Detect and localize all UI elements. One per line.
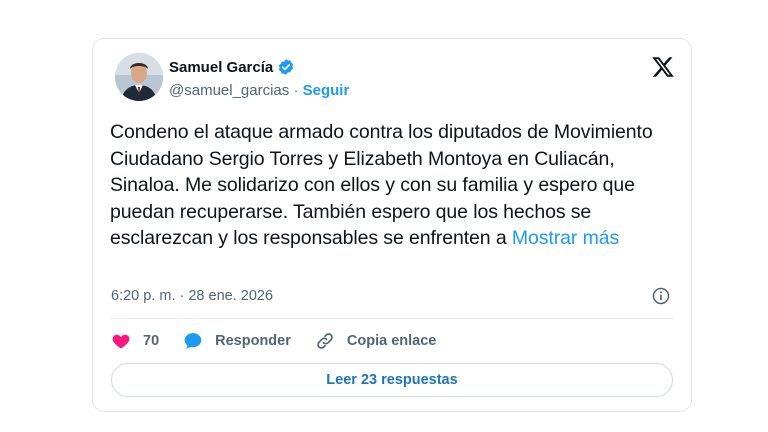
read-replies-button[interactable]: Leer 23 respuestas xyxy=(111,363,673,397)
link-icon xyxy=(317,333,333,349)
like-count: 70 xyxy=(143,333,160,349)
author-handle[interactable]: @samuel_garcias xyxy=(169,82,289,99)
tweet-timestamp[interactable]: 6:20 p. m. · 28 ene. 2026 xyxy=(111,288,273,304)
reply-button[interactable]: Responder xyxy=(183,331,291,351)
verified-badge-icon xyxy=(279,59,294,75)
author-handle-row: @samuel_garcias · Seguir xyxy=(169,82,349,99)
divider xyxy=(111,318,673,319)
follow-button[interactable]: Seguir xyxy=(303,82,350,99)
tweet-header: Samuel García @samuel_garcias · Seguir xyxy=(113,53,675,109)
heart-icon xyxy=(112,334,130,349)
copy-link-label: Copia enlace xyxy=(346,333,437,349)
x-logo-icon[interactable] xyxy=(651,55,675,79)
show-more-link[interactable]: Mostrar más xyxy=(512,227,619,249)
avatar[interactable] xyxy=(115,53,163,101)
author-name[interactable]: Samuel García xyxy=(169,59,273,76)
read-replies-label: Leer 23 respuestas xyxy=(326,372,458,388)
tweet-text: Condeno el ataque armado contra los dipu… xyxy=(110,119,680,252)
copy-link-button[interactable]: Copia enlace xyxy=(315,331,436,351)
avatar-photo xyxy=(115,53,163,101)
tweet-card: Samuel García @samuel_garcias · Seguir C… xyxy=(92,38,692,412)
action-bar: 70 Responder Copia enlace xyxy=(111,329,460,353)
author-name-row: Samuel García xyxy=(169,58,295,76)
handle-separator: · xyxy=(289,82,303,99)
like-button[interactable]: 70 xyxy=(111,331,159,351)
reply-label: Responder xyxy=(215,333,291,349)
info-icon[interactable] xyxy=(651,286,671,306)
reply-bubble-icon xyxy=(184,333,202,349)
